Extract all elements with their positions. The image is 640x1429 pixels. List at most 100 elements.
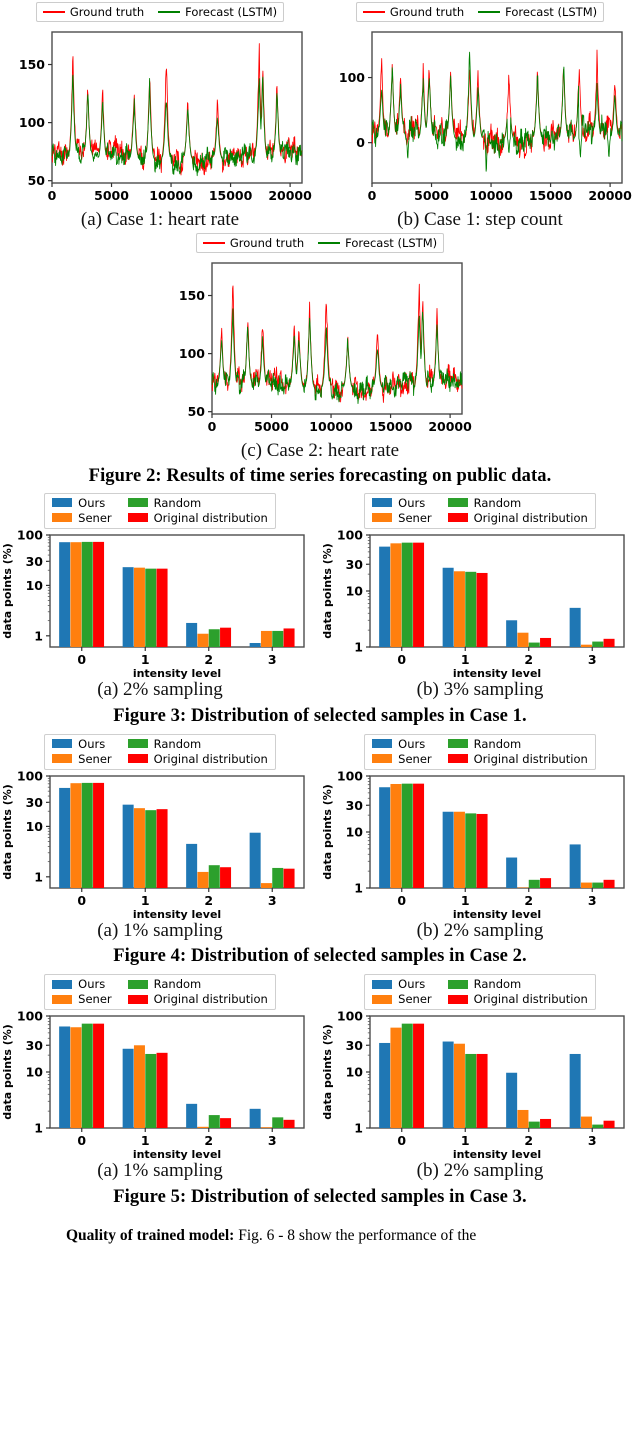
legend-label: Ours bbox=[398, 495, 426, 510]
figure5-row: Ours Random Sener Original distribution … bbox=[0, 974, 640, 1182]
line-swatch-icon bbox=[158, 11, 181, 13]
svg-text:10: 10 bbox=[346, 583, 364, 598]
bar-chart-4a: 0 1 2 3 1 10 30 100 intensity level data points (… bbox=[0, 770, 320, 920]
legend-label: Original distribution bbox=[473, 751, 588, 766]
svg-text:100: 100 bbox=[17, 1010, 43, 1024]
color-swatch-icon bbox=[447, 994, 468, 1004]
legend-item-ground-truth: Ground truth bbox=[202, 235, 305, 250]
svg-text:10000: 10000 bbox=[149, 188, 193, 203]
svg-text:intensity level: intensity level bbox=[133, 1148, 221, 1160]
subcaption-3a: (a) 2% sampling bbox=[97, 678, 223, 700]
legend-item-ours: Ours bbox=[372, 496, 431, 510]
svg-text:1: 1 bbox=[34, 869, 43, 884]
svg-text:15000: 15000 bbox=[209, 188, 253, 203]
timeseries-legend-a: Ground truth Forecast (LSTM) bbox=[35, 2, 285, 22]
legend-item-original: Original distribution bbox=[127, 511, 268, 525]
bar-legend-4a: Ours Random Sener Original distribution bbox=[44, 733, 276, 770]
color-swatch-icon bbox=[447, 498, 468, 508]
line-swatch-icon bbox=[362, 11, 385, 13]
legend-label: Sener bbox=[398, 992, 432, 1007]
legend-item-ours: Ours bbox=[52, 737, 111, 751]
color-swatch-icon bbox=[127, 498, 148, 508]
svg-text:30: 30 bbox=[26, 794, 44, 809]
svg-text:0: 0 bbox=[356, 135, 365, 150]
svg-text:100: 100 bbox=[337, 529, 363, 543]
bar-legend-4b: Ours Random Sener Original distribution bbox=[364, 733, 596, 770]
color-swatch-icon bbox=[52, 979, 73, 989]
legend-item-original: Original distribution bbox=[447, 751, 588, 766]
svg-text:0: 0 bbox=[397, 652, 406, 667]
figure2-top-row: Ground truth Forecast (LSTM) 0 5000 10000 1… bbox=[0, 0, 640, 231]
legend-item-ground-truth: Ground truth bbox=[42, 5, 144, 19]
svg-text:2: 2 bbox=[204, 1133, 213, 1148]
svg-text:100: 100 bbox=[19, 115, 45, 130]
bar-chart-5b: 0 1 2 3 1 10 30 100 intensity level data points (… bbox=[320, 1010, 640, 1160]
legend-label: Ours bbox=[78, 495, 106, 510]
legend-item-random: Random bbox=[127, 496, 268, 510]
svg-text:10: 10 bbox=[26, 578, 44, 593]
svg-text:10000: 10000 bbox=[309, 419, 353, 434]
color-swatch-icon bbox=[127, 994, 148, 1004]
svg-text:10: 10 bbox=[26, 818, 44, 833]
line-swatch-icon bbox=[478, 11, 501, 13]
svg-text:20000: 20000 bbox=[588, 188, 632, 203]
svg-text:100: 100 bbox=[339, 70, 365, 85]
legend-label: Original distribution bbox=[473, 992, 588, 1007]
legend-item-sener: Sener bbox=[52, 511, 112, 525]
subcaption-2c: (c) Case 2: heart rate bbox=[240, 439, 400, 461]
color-swatch-icon bbox=[372, 979, 393, 989]
bar-legend-5b: Ours Random Sener Original distribution bbox=[364, 974, 596, 1011]
body-paragraph: Quality of trained model: Fig. 6 - 8 sho… bbox=[66, 1226, 618, 1245]
legend-item-random: Random bbox=[447, 496, 588, 510]
svg-text:intensity level: intensity level bbox=[453, 667, 541, 679]
legend-item-random: Random bbox=[127, 736, 268, 751]
svg-text:3: 3 bbox=[588, 652, 597, 667]
legend-item-original: Original distribution bbox=[127, 992, 268, 1006]
svg-text:50: 50 bbox=[28, 173, 46, 188]
svg-text:20000: 20000 bbox=[428, 419, 472, 434]
svg-text:3: 3 bbox=[268, 1133, 277, 1148]
figure2-panel-b: Ground truth Forecast (LSTM) 0 5000 10000 1… bbox=[320, 0, 640, 231]
legend-item-ours: Ours bbox=[372, 977, 431, 991]
svg-text:1: 1 bbox=[141, 652, 150, 667]
legend-label: Random bbox=[153, 736, 202, 751]
svg-text:data points (%): data points (%) bbox=[1, 543, 14, 639]
svg-text:100: 100 bbox=[337, 1010, 363, 1024]
svg-text:3: 3 bbox=[268, 893, 277, 908]
legend-item-original: Original distribution bbox=[127, 752, 268, 766]
line-swatch-icon bbox=[318, 241, 341, 244]
svg-text:1: 1 bbox=[461, 1133, 470, 1148]
color-swatch-icon bbox=[127, 739, 148, 749]
figure5-panel-a: Ours Random Sener Original distribution … bbox=[0, 974, 320, 1182]
svg-text:0: 0 bbox=[77, 1133, 86, 1148]
subcaption-4a: (a) 1% sampling bbox=[97, 919, 223, 941]
legend-item-sener: Sener bbox=[372, 752, 432, 766]
svg-text:3: 3 bbox=[588, 1133, 597, 1148]
legend-label: Forecast (LSTM) bbox=[185, 5, 278, 19]
figure2-panel-a: Ground truth Forecast (LSTM) 0 5000 10000 1… bbox=[0, 0, 320, 231]
svg-text:data points (%): data points (%) bbox=[321, 543, 334, 639]
color-swatch-icon bbox=[52, 513, 73, 523]
color-swatch-icon bbox=[372, 994, 393, 1004]
color-swatch-icon bbox=[447, 979, 468, 989]
legend-label: Ours bbox=[398, 736, 426, 751]
legend-label: Ours bbox=[78, 977, 106, 992]
subcaption-2a: (a) Case 1: heart rate bbox=[80, 209, 240, 230]
legend-label: Random bbox=[153, 977, 202, 992]
subcaption-2b: (b) Case 1: step count bbox=[397, 209, 563, 230]
legend-item-sener: Sener bbox=[372, 992, 432, 1007]
svg-text:1: 1 bbox=[461, 652, 470, 667]
legend-label: Forecast (LSTM) bbox=[505, 5, 598, 19]
svg-text:1: 1 bbox=[354, 880, 363, 895]
svg-text:5000: 5000 bbox=[94, 188, 129, 203]
svg-text:15000: 15000 bbox=[369, 419, 413, 434]
figure5-caption: Figure 5: Distribution of selected sampl… bbox=[113, 1187, 527, 1208]
svg-text:2: 2 bbox=[524, 893, 533, 908]
color-swatch-icon bbox=[52, 739, 73, 749]
svg-text:2: 2 bbox=[204, 652, 213, 667]
legend-item-forecast: Forecast (LSTM) bbox=[478, 5, 597, 19]
svg-text:30: 30 bbox=[26, 554, 44, 569]
legend-label: Ground truth bbox=[229, 235, 305, 250]
svg-text:5000: 5000 bbox=[414, 188, 449, 203]
legend-item-ours: Ours bbox=[372, 737, 431, 751]
